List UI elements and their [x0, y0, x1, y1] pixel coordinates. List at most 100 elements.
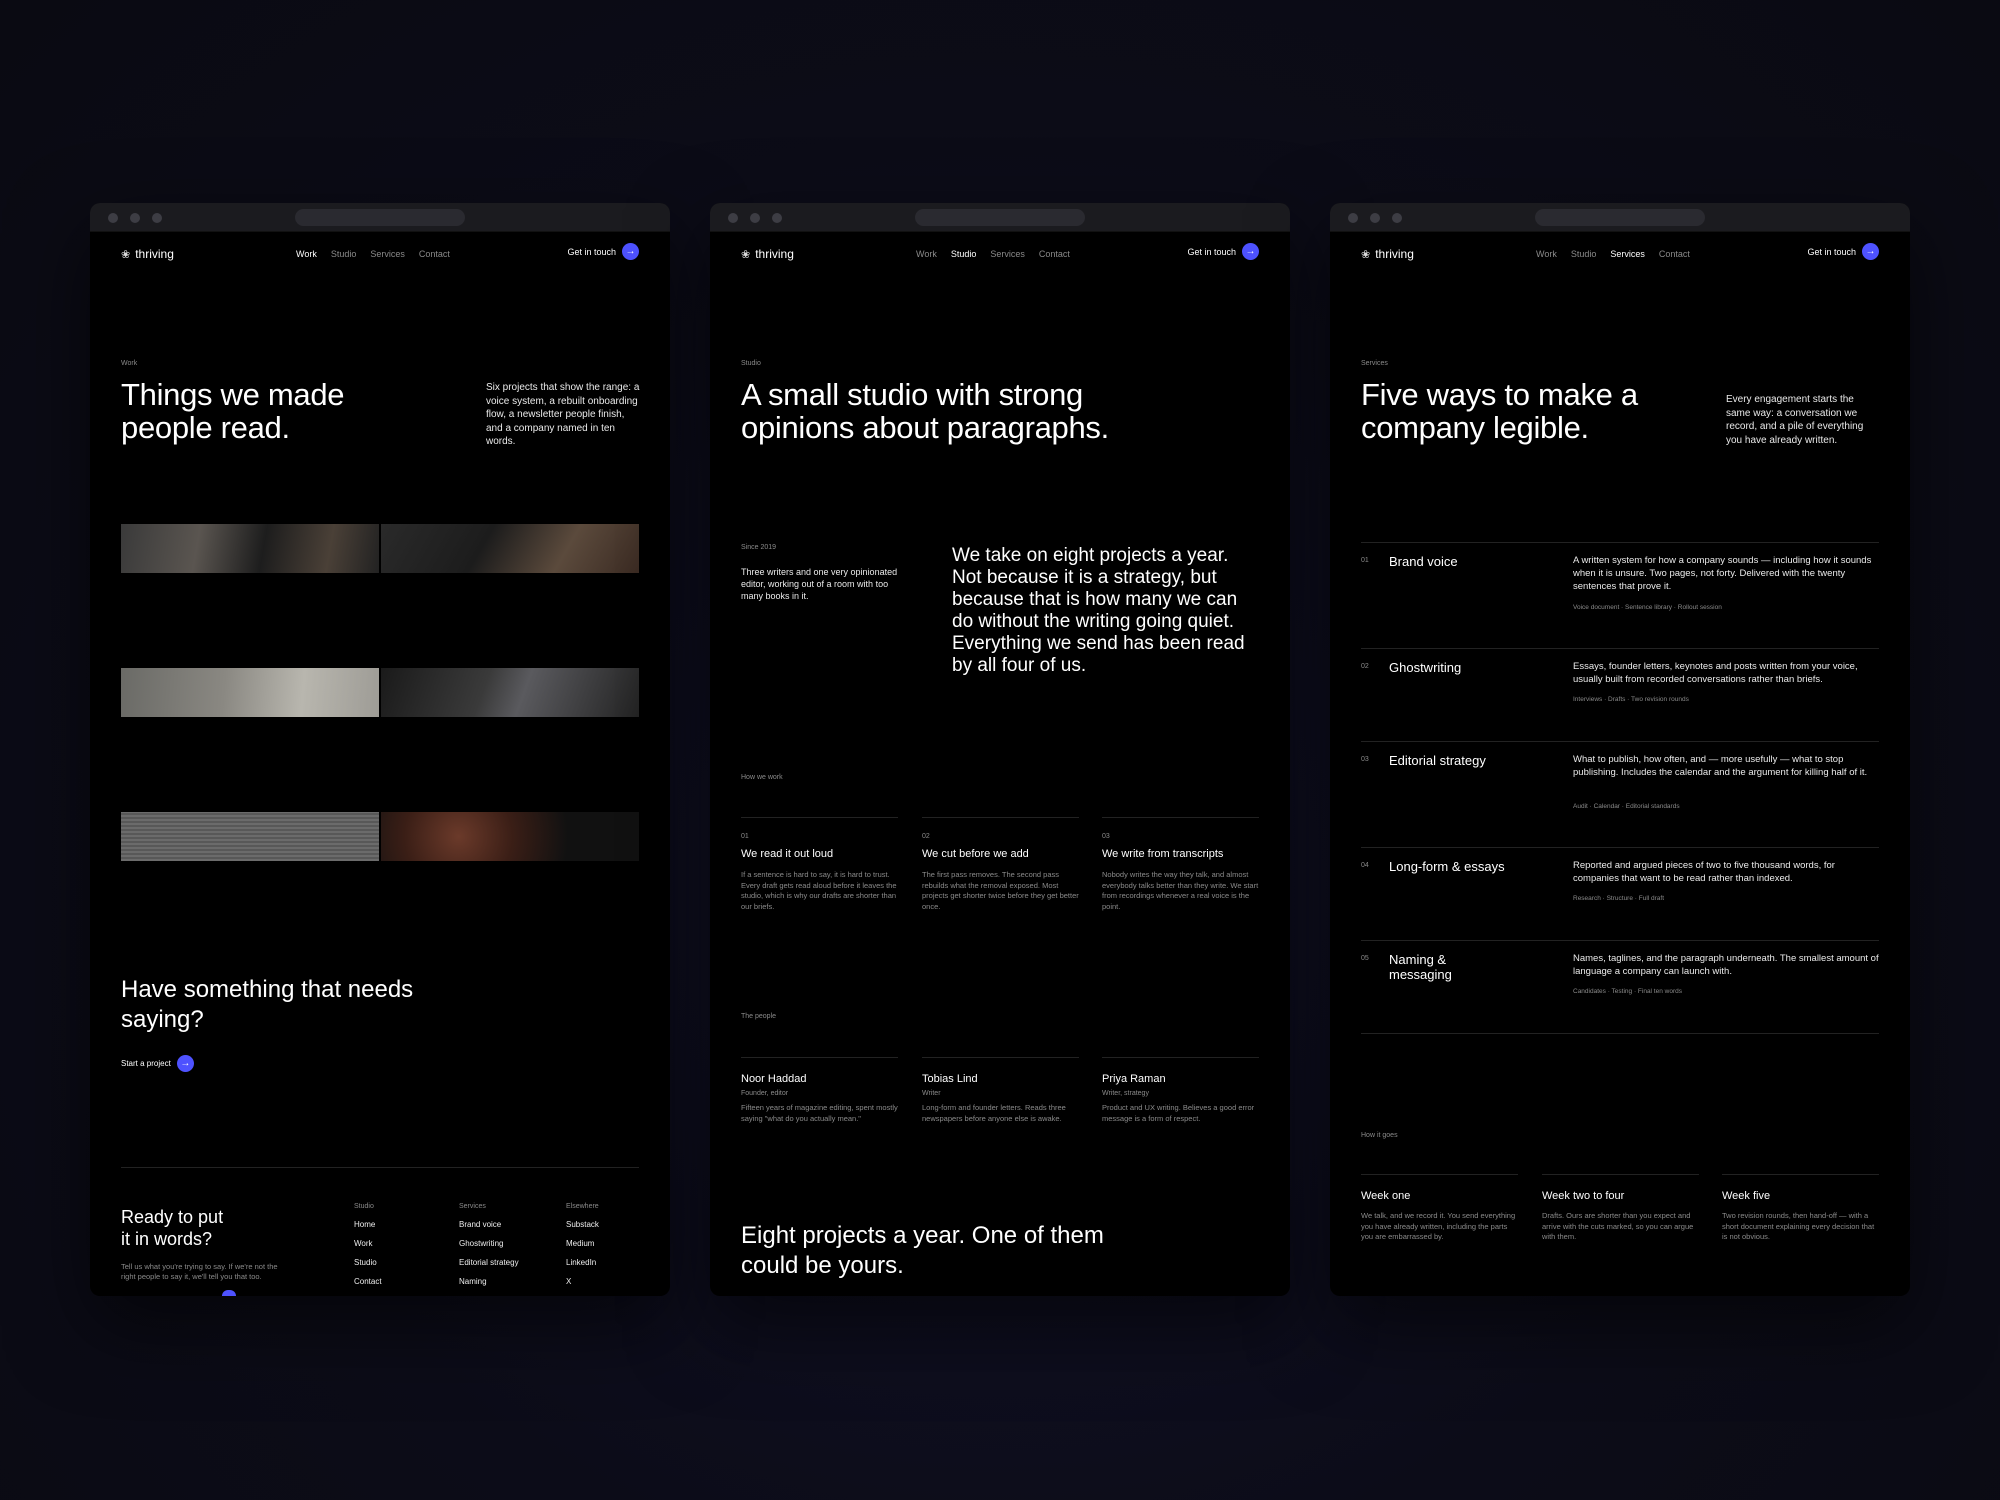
person-card: Noor Haddad Founder, editor Fifteen year… [741, 1073, 898, 1124]
footer-link[interactable]: Ghostwriting [459, 1239, 519, 1248]
step-number: 02 [922, 833, 930, 840]
window-minimize-dot[interactable] [130, 213, 140, 223]
nav-contact[interactable]: Contact [1039, 249, 1070, 259]
project-thumbnail[interactable] [381, 524, 639, 573]
project-thumbnail[interactable] [121, 524, 379, 573]
since-text: Three writers and one very opinionated e… [741, 567, 898, 601]
step-text: If a sentence is hard to say, it is hard… [741, 870, 897, 911]
footer-title: Ready to put it in words? [121, 1206, 223, 1250]
window-close-dot[interactable] [728, 213, 738, 223]
footer-divider [121, 1167, 639, 1168]
service-description: What to publish, how often, and — more u… [1573, 754, 1868, 778]
service-number: 04 [1361, 862, 1369, 869]
window-close-dot[interactable] [1348, 213, 1358, 223]
page-title: Five ways to make a company legible. [1361, 378, 1691, 444]
person-card: Tobias Lind Writer Long-form and founder… [922, 1073, 1079, 1124]
step-number: 01 [741, 833, 749, 840]
project-thumbnail[interactable] [121, 812, 379, 861]
nav-studio[interactable]: Studio [331, 249, 357, 259]
page-title-line-2: company legible. [1361, 410, 1589, 445]
footer-link[interactable]: LinkedIn [566, 1258, 599, 1267]
address-bar[interactable] [1535, 209, 1705, 226]
section-eyebrow: Studio [741, 360, 761, 367]
service-number: 01 [1361, 557, 1369, 564]
footer-link[interactable]: Naming [459, 1277, 519, 1286]
service-description: A written system for how a company sound… [1573, 555, 1872, 592]
nav-studio[interactable]: Studio [1571, 249, 1597, 259]
step-title: We write from transcripts [1102, 848, 1224, 860]
window-maximize-dot[interactable] [152, 213, 162, 223]
nav-work[interactable]: Work [296, 249, 317, 259]
footer-button-peek[interactable] [222, 1290, 236, 1296]
nav-work[interactable]: Work [1536, 249, 1557, 259]
feather-icon: ❀ [1361, 248, 1371, 261]
person-card: Priya Raman Writer, strategy Product and… [1102, 1073, 1259, 1124]
service-tags: Voice document · Sentence library · Roll… [1573, 604, 1722, 611]
get-in-touch-button[interactable]: Get in touch → [567, 243, 639, 260]
start-project-label: Start a project [121, 1059, 171, 1068]
service-description: Names, taglines, and the paragraph under… [1573, 953, 1879, 977]
window-minimize-dot[interactable] [1370, 213, 1380, 223]
brand-logo[interactable]: ❀ thriving [1361, 247, 1414, 261]
page-title-line-1: Things we made [121, 377, 345, 412]
browser-window-work: ❀ thriving Work Studio Services Contact … [90, 203, 670, 1296]
window-maximize-dot[interactable] [772, 213, 782, 223]
footer-link[interactable]: X [566, 1277, 599, 1286]
service-description: Reported and argued pieces of two to fiv… [1573, 860, 1835, 884]
footer-column-services: Services Brand voice Ghostwriting Editor… [459, 1203, 519, 1296]
footer-link[interactable]: Work [354, 1239, 382, 1248]
footer-link[interactable]: Home [354, 1220, 382, 1229]
page-title-line-1: A small studio with strong [741, 377, 1083, 412]
service-row[interactable]: 02 Ghostwriting Essays, founder letters,… [1361, 660, 1879, 740]
browser-window-services: ❀ thriving Work Studio Services Contact … [1330, 203, 1910, 1296]
person-role: Writer [922, 1090, 941, 1097]
timeline-step: Week one We talk, and we record it. You … [1361, 1190, 1518, 1243]
service-tags: Research · Structure · Full draft [1573, 895, 1665, 902]
service-name: Long-form & essays [1389, 859, 1505, 874]
service-number: 05 [1361, 955, 1369, 962]
footer-link[interactable]: Studio [354, 1258, 382, 1267]
project-thumbnail[interactable] [121, 668, 379, 717]
footer-link[interactable]: Editorial strategy [459, 1258, 519, 1267]
footer-link[interactable]: Contact [354, 1277, 382, 1286]
footer-column-heading: Services [459, 1203, 486, 1210]
service-number: 03 [1361, 756, 1369, 763]
service-row[interactable]: 03 Editorial strategy What to publish, h… [1361, 753, 1879, 847]
browser-chrome [710, 203, 1290, 232]
footer-link[interactable]: Brand voice [459, 1220, 519, 1229]
footer-link[interactable]: Substack [566, 1220, 599, 1229]
service-row[interactable]: 04 Long-form & essays Reported and argue… [1361, 859, 1879, 939]
person-name: Priya Raman [1102, 1073, 1166, 1085]
window-close-dot[interactable] [108, 213, 118, 223]
footer-title-line-1: Ready to put [121, 1207, 224, 1227]
service-row[interactable]: 05 Naming & messaging Names, taglines, a… [1361, 952, 1879, 1032]
timeline-text: Two revision rounds, then hand-off — wit… [1722, 1211, 1875, 1241]
footer-link[interactable]: Medium [566, 1239, 599, 1248]
brand-logo[interactable]: ❀ thriving [121, 247, 174, 261]
nav-services[interactable]: Services [990, 249, 1025, 259]
window-minimize-dot[interactable] [750, 213, 760, 223]
how-it-goes-label: How it goes [1361, 1132, 1398, 1139]
project-thumbnail[interactable] [381, 668, 639, 717]
timeline-step: Week two to four Drafts. Ours are shorte… [1542, 1190, 1699, 1243]
project-thumbnail[interactable] [381, 812, 639, 861]
get-in-touch-button[interactable]: Get in touch → [1807, 243, 1879, 260]
nav-contact[interactable]: Contact [419, 249, 450, 259]
nav-services[interactable]: Services [1610, 249, 1645, 259]
step-text: The first pass removes. The second pass … [922, 870, 1079, 911]
service-row[interactable]: 01 Brand voice A written system for how … [1361, 554, 1879, 650]
main-nav: Work Studio Services Contact [1536, 249, 1690, 259]
brand-logo[interactable]: ❀ thriving [741, 247, 794, 261]
service-name: Brand voice [1389, 554, 1458, 569]
window-maximize-dot[interactable] [1392, 213, 1402, 223]
service-divider [1361, 542, 1879, 543]
get-in-touch-button[interactable]: Get in touch → [1187, 243, 1259, 260]
get-in-touch-label: Get in touch [1807, 246, 1856, 257]
address-bar[interactable] [295, 209, 465, 226]
nav-contact[interactable]: Contact [1659, 249, 1690, 259]
nav-services[interactable]: Services [370, 249, 405, 259]
address-bar[interactable] [915, 209, 1085, 226]
nav-work[interactable]: Work [916, 249, 937, 259]
nav-studio[interactable]: Studio [951, 249, 977, 259]
start-project-button[interactable]: Start a project → [121, 1055, 194, 1072]
